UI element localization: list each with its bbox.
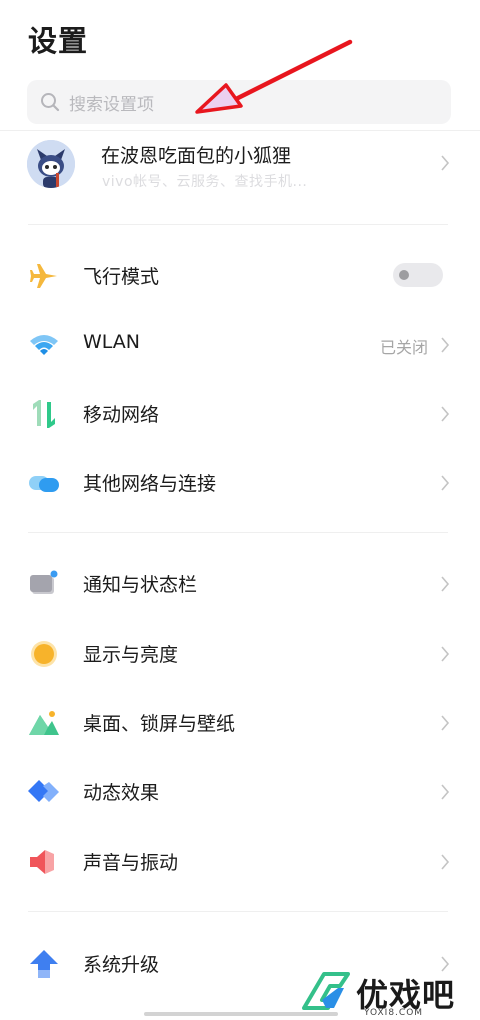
wallpaper-icon <box>29 711 59 735</box>
settings-item-notifications[interactable]: 通知与状态栏 <box>0 554 480 614</box>
settings-item-sound-vibration[interactable]: 声音与振动 <box>0 832 480 892</box>
settings-item-label: 通知与状态栏 <box>83 574 198 596</box>
chevron-right-icon <box>441 646 450 662</box>
watermark-logo-icon <box>302 972 350 1010</box>
settings-item-label: 显示与亮度 <box>83 644 179 666</box>
settings-item-label: 移动网络 <box>83 404 160 426</box>
connections-icon <box>29 476 59 492</box>
settings-item-display-brightness[interactable]: 显示与亮度 <box>0 624 480 684</box>
chevron-right-icon <box>441 475 450 491</box>
annotation-arrow <box>195 39 353 114</box>
brightness-icon <box>31 641 57 667</box>
settings-item-label: 声音与振动 <box>83 852 179 874</box>
settings-item-mobile-network[interactable]: 移动网络 <box>0 384 480 444</box>
chevron-right-icon <box>441 854 450 870</box>
settings-item-label: 飞行模式 <box>83 266 160 288</box>
settings-item-other-connections[interactable]: 其他网络与连接 <box>0 453 480 513</box>
account-name: 在波恩吃面包的小狐狸 <box>101 145 292 167</box>
fox-avatar-icon <box>27 140 75 188</box>
chevron-right-icon <box>441 784 450 800</box>
settings-item-label: 其他网络与连接 <box>83 473 217 495</box>
chevron-right-icon <box>441 715 450 731</box>
airplane-mode-toggle[interactable] <box>393 263 443 287</box>
watermark-url: YOXI8.COM <box>364 1008 424 1018</box>
settings-item-airplane-mode[interactable]: 飞行模式 <box>0 246 480 306</box>
system-update-icon <box>30 950 58 978</box>
chevron-right-icon <box>441 155 450 171</box>
wlan-status: 已关闭 <box>379 338 428 357</box>
divider <box>28 224 448 225</box>
chevron-right-icon <box>441 406 450 422</box>
settings-item-label: 动态效果 <box>83 782 160 804</box>
wifi-icon <box>30 335 58 355</box>
account-subtitle: vivo帐号、云服务、查找手机... <box>102 174 308 190</box>
settings-item-wallpaper[interactable]: 桌面、锁屏与壁纸 <box>0 693 480 753</box>
mobile-network-icon <box>33 400 55 428</box>
settings-item-motion-effects[interactable]: 动态效果 <box>0 762 480 822</box>
divider <box>28 911 448 912</box>
settings-item-label: 系统升级 <box>83 954 160 976</box>
airplane-icon <box>30 264 57 288</box>
chevron-right-icon <box>441 337 450 353</box>
home-indicator[interactable] <box>144 1012 338 1016</box>
toggle-knob <box>399 270 409 280</box>
motion-effects-icon <box>28 780 59 802</box>
chevron-right-icon <box>441 576 450 592</box>
settings-item-wlan[interactable]: WLAN 已关闭 <box>0 315 480 375</box>
settings-item-label: 桌面、锁屏与壁纸 <box>83 713 236 735</box>
divider <box>28 532 448 533</box>
notification-icon <box>30 570 58 594</box>
avatar <box>27 140 75 188</box>
account-row[interactable]: 在波恩吃面包的小狐狸 vivo帐号、云服务、查找手机... <box>0 130 480 200</box>
sound-icon <box>30 850 54 874</box>
settings-item-label: WLAN <box>83 331 141 353</box>
